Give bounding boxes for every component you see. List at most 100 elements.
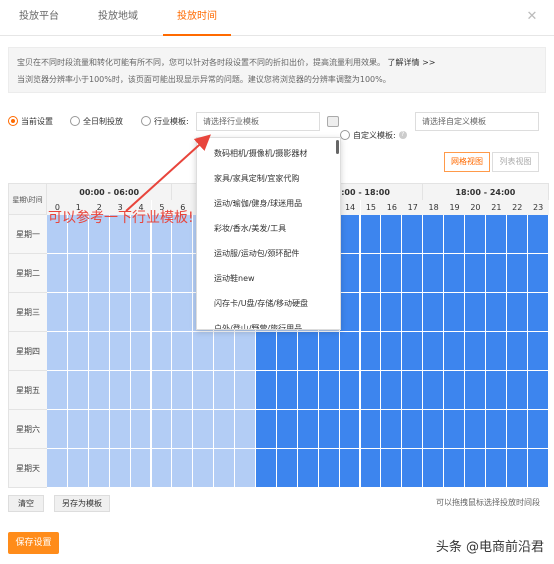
time-slot-cell[interactable]: [172, 293, 194, 332]
grid-view-button[interactable]: 网格视图: [444, 152, 490, 172]
time-slot-cell[interactable]: [235, 371, 256, 410]
time-slot-cell[interactable]: [339, 293, 361, 332]
hour-header[interactable]: 19: [444, 200, 465, 215]
time-slot-cell[interactable]: [402, 449, 424, 488]
time-slot-cell[interactable]: [381, 410, 403, 449]
time-slot-cell[interactable]: [402, 293, 424, 332]
tab-region[interactable]: 投放地域: [82, 0, 154, 36]
time-period-header[interactable]: 00:00 - 06:00: [47, 183, 173, 200]
time-slot-cell[interactable]: [151, 449, 173, 488]
time-slot-cell[interactable]: [88, 254, 110, 293]
time-slot-cell[interactable]: [67, 332, 89, 371]
hour-header[interactable]: 16: [381, 200, 403, 215]
time-slot-cell[interactable]: [381, 215, 403, 254]
hour-header[interactable]: 22: [506, 200, 528, 215]
time-slot-cell[interactable]: [130, 293, 152, 332]
time-slot-cell[interactable]: [485, 254, 507, 293]
weekday-label[interactable]: 星期一: [8, 215, 47, 254]
time-slot-cell[interactable]: [402, 332, 424, 371]
radio-industry-template[interactable]: 行业模板:: [141, 114, 189, 128]
radio-all-day[interactable]: 全日制投放: [70, 114, 123, 128]
dropdown-scrollbar[interactable]: [336, 140, 339, 154]
time-slot-cell[interactable]: [465, 254, 486, 293]
time-slot-cell[interactable]: [360, 332, 382, 371]
time-slot-cell[interactable]: [402, 254, 424, 293]
template-manage-icon[interactable]: [327, 116, 339, 127]
time-slot-cell[interactable]: [506, 371, 528, 410]
time-slot-cell[interactable]: [339, 332, 361, 371]
time-slot-cell[interactable]: [130, 410, 152, 449]
radio-custom-template[interactable]: 自定义模板: ?: [340, 128, 407, 142]
time-slot-cell[interactable]: [276, 449, 298, 488]
time-slot-cell[interactable]: [485, 410, 507, 449]
time-slot-cell[interactable]: [297, 410, 319, 449]
time-slot-cell[interactable]: [527, 371, 549, 410]
weekday-label[interactable]: 星期三: [8, 293, 47, 332]
time-slot-cell[interactable]: [444, 332, 465, 371]
time-slot-cell[interactable]: [297, 332, 319, 371]
hour-header[interactable]: 18: [423, 200, 445, 215]
time-slot-cell[interactable]: [172, 410, 194, 449]
time-slot-cell[interactable]: [214, 410, 236, 449]
time-slot-cell[interactable]: [360, 371, 382, 410]
time-slot-cell[interactable]: [276, 410, 298, 449]
time-slot-cell[interactable]: [88, 293, 110, 332]
time-slot-cell[interactable]: [339, 254, 361, 293]
close-icon[interactable]: ✕: [524, 9, 540, 25]
list-view-button[interactable]: 列表视图: [492, 152, 539, 172]
time-slot-cell[interactable]: [360, 293, 382, 332]
time-slot-cell[interactable]: [423, 254, 445, 293]
time-slot-cell[interactable]: [465, 371, 486, 410]
save-settings-button[interactable]: 保存设置: [8, 532, 59, 554]
dropdown-item[interactable]: 闪存卡/U盘/存储/移动硬盘: [214, 298, 308, 309]
time-slot-cell[interactable]: [465, 410, 486, 449]
time-slot-cell[interactable]: [151, 293, 173, 332]
time-slot-cell[interactable]: [506, 254, 528, 293]
time-slot-cell[interactable]: [485, 449, 507, 488]
hour-header[interactable]: 21: [485, 200, 507, 215]
time-slot-cell[interactable]: [506, 332, 528, 371]
time-slot-cell[interactable]: [193, 449, 215, 488]
time-slot-cell[interactable]: [256, 371, 277, 410]
dropdown-item[interactable]: 运动服/运动包/颈环配件: [214, 248, 299, 259]
clear-button[interactable]: 清空: [8, 495, 44, 512]
time-slot-cell[interactable]: [402, 215, 424, 254]
time-slot-cell[interactable]: [465, 449, 486, 488]
learn-more-link[interactable]: 了解详情 >>: [388, 58, 436, 67]
time-slot-cell[interactable]: [339, 410, 361, 449]
radio-current-setting[interactable]: 当前设置: [8, 114, 53, 128]
time-slot-cell[interactable]: [423, 293, 445, 332]
time-slot-cell[interactable]: [67, 371, 89, 410]
time-slot-cell[interactable]: [381, 293, 403, 332]
time-slot-cell[interactable]: [465, 332, 486, 371]
time-slot-cell[interactable]: [109, 449, 131, 488]
time-slot-cell[interactable]: [402, 410, 424, 449]
time-slot-cell[interactable]: [47, 371, 68, 410]
hour-header[interactable]: 15: [360, 200, 382, 215]
time-slot-cell[interactable]: [423, 449, 445, 488]
time-slot-cell[interactable]: [172, 254, 194, 293]
time-slot-cell[interactable]: [339, 371, 361, 410]
time-slot-cell[interactable]: [444, 410, 465, 449]
time-slot-cell[interactable]: [88, 371, 110, 410]
time-slot-cell[interactable]: [130, 449, 152, 488]
time-slot-cell[interactable]: [67, 449, 89, 488]
time-slot-cell[interactable]: [151, 410, 173, 449]
time-slot-cell[interactable]: [67, 410, 89, 449]
hour-header[interactable]: 14: [339, 200, 361, 215]
time-slot-cell[interactable]: [527, 449, 549, 488]
time-slot-cell[interactable]: [465, 215, 486, 254]
time-slot-cell[interactable]: [423, 332, 445, 371]
time-slot-cell[interactable]: [506, 410, 528, 449]
time-slot-cell[interactable]: [193, 332, 215, 371]
dropdown-item[interactable]: 家具/家具定制/宜家代购: [214, 173, 299, 184]
time-slot-cell[interactable]: [485, 215, 507, 254]
time-slot-cell[interactable]: [297, 449, 319, 488]
time-slot-cell[interactable]: [381, 371, 403, 410]
weekday-label[interactable]: 星期六: [8, 410, 47, 449]
time-slot-cell[interactable]: [318, 371, 340, 410]
time-slot-cell[interactable]: [444, 449, 465, 488]
time-slot-cell[interactable]: [256, 449, 277, 488]
time-slot-cell[interactable]: [47, 449, 68, 488]
time-slot-cell[interactable]: [88, 332, 110, 371]
